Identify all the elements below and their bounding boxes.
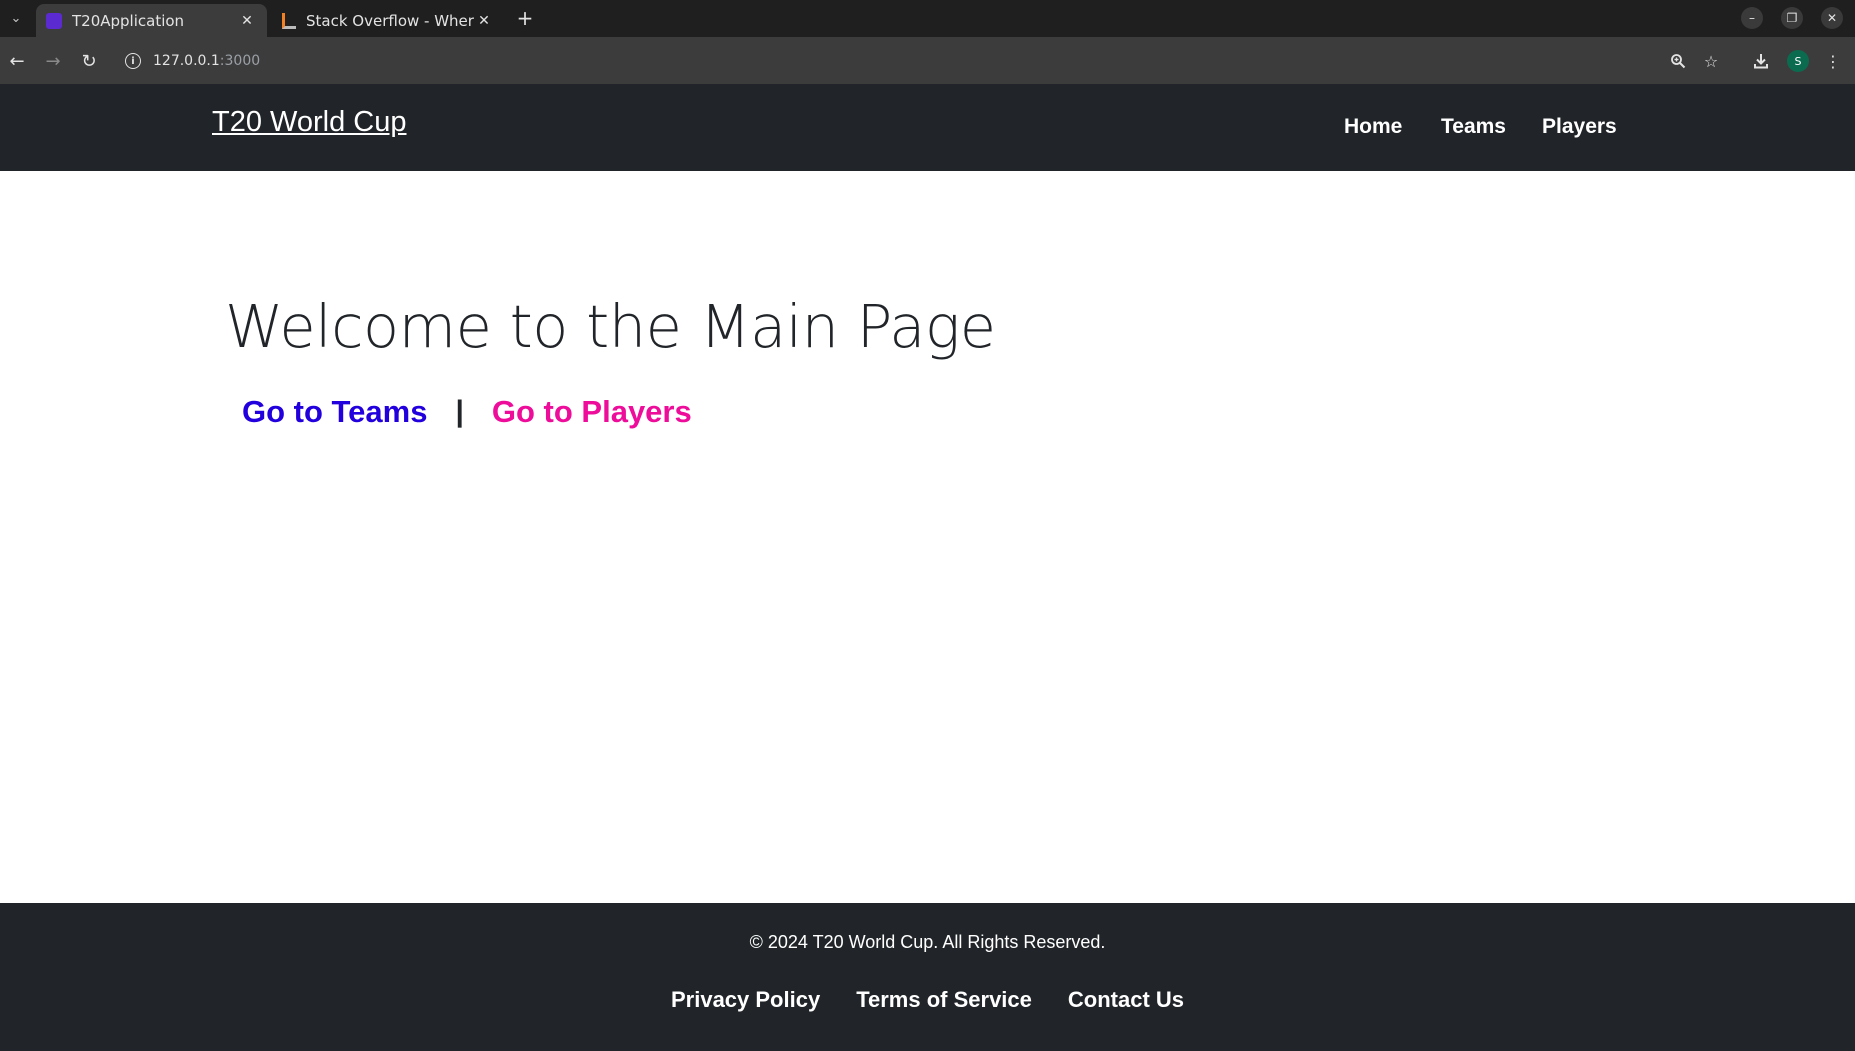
terms-of-service-link[interactable]: Terms of Service	[856, 987, 1032, 1013]
site-info-icon[interactable]: i	[125, 53, 141, 69]
bookmark-star-icon[interactable]: ☆	[1699, 49, 1723, 73]
links-separator: |	[455, 395, 464, 428]
stackoverflow-favicon-icon	[282, 12, 296, 29]
browser-menu-kebab-icon[interactable]: ⋮	[1821, 49, 1845, 73]
contact-us-link[interactable]: Contact Us	[1068, 987, 1184, 1013]
privacy-policy-link[interactable]: Privacy Policy	[671, 987, 820, 1013]
url-port: :3000	[219, 53, 261, 69]
minimize-window-icon[interactable]: –	[1741, 7, 1763, 29]
close-tab-icon[interactable]: ✕	[474, 13, 494, 29]
browser-toolbar: ← → ↻ i 127.0.0.1 :3000 ☆ S ⋮	[0, 37, 1855, 84]
tab-search-chevron-icon[interactable]: ⌄	[4, 6, 28, 30]
tab-title: Stack Overflow - Where	[306, 11, 474, 30]
reload-icon[interactable]: ↻	[76, 48, 102, 74]
site-footer: © 2024 T20 World Cup. All Rights Reserve…	[0, 903, 1855, 1051]
tab-t20application[interactable]: T20Application ✕	[36, 4, 267, 37]
back-arrow-icon[interactable]: ←	[4, 48, 30, 74]
close-window-icon[interactable]: ✕	[1821, 7, 1843, 29]
tab-title: T20Application	[72, 11, 185, 30]
main-content: Welcome to the Main Page Go to Teams | G…	[0, 171, 1855, 903]
close-tab-icon[interactable]: ✕	[237, 13, 257, 29]
download-icon[interactable]	[1749, 49, 1773, 73]
app-favicon-icon	[46, 12, 62, 29]
address-bar[interactable]: i 127.0.0.1 :3000	[112, 45, 1750, 77]
copyright-text: © 2024 T20 World Cup. All Rights Reserve…	[749, 932, 1106, 952]
url-host: 127.0.0.1	[153, 53, 220, 69]
site-navbar: T20 World Cup Home Teams Players	[0, 84, 1855, 171]
forward-arrow-icon[interactable]: →	[40, 48, 66, 74]
footer-links: Privacy Policy Terms of Service Contact …	[0, 987, 1855, 1013]
nav-link-teams[interactable]: Teams	[1441, 115, 1506, 139]
browser-tabstrip: ⌄ T20Application ✕ Stack Overflow - Wher…	[0, 0, 1855, 37]
zoom-magnifier-icon[interactable]	[1666, 49, 1690, 73]
profile-avatar[interactable]: S	[1787, 50, 1809, 72]
new-tab-plus-icon[interactable]: +	[513, 6, 537, 30]
go-to-players-link[interactable]: Go to Players	[492, 394, 692, 430]
go-to-teams-link[interactable]: Go to Teams	[242, 394, 427, 430]
brand-logo-link[interactable]: T20 World Cup	[212, 106, 407, 139]
restore-window-icon[interactable]: ❐	[1781, 7, 1803, 29]
tab-stack-overflow[interactable]: Stack Overflow - Where ✕	[272, 4, 504, 37]
nav-link-players[interactable]: Players	[1542, 115, 1617, 139]
nav-link-home[interactable]: Home	[1344, 115, 1402, 139]
quick-links: Go to Teams | Go to Players	[242, 394, 692, 430]
page-heading: Welcome to the Main Page	[225, 292, 996, 361]
